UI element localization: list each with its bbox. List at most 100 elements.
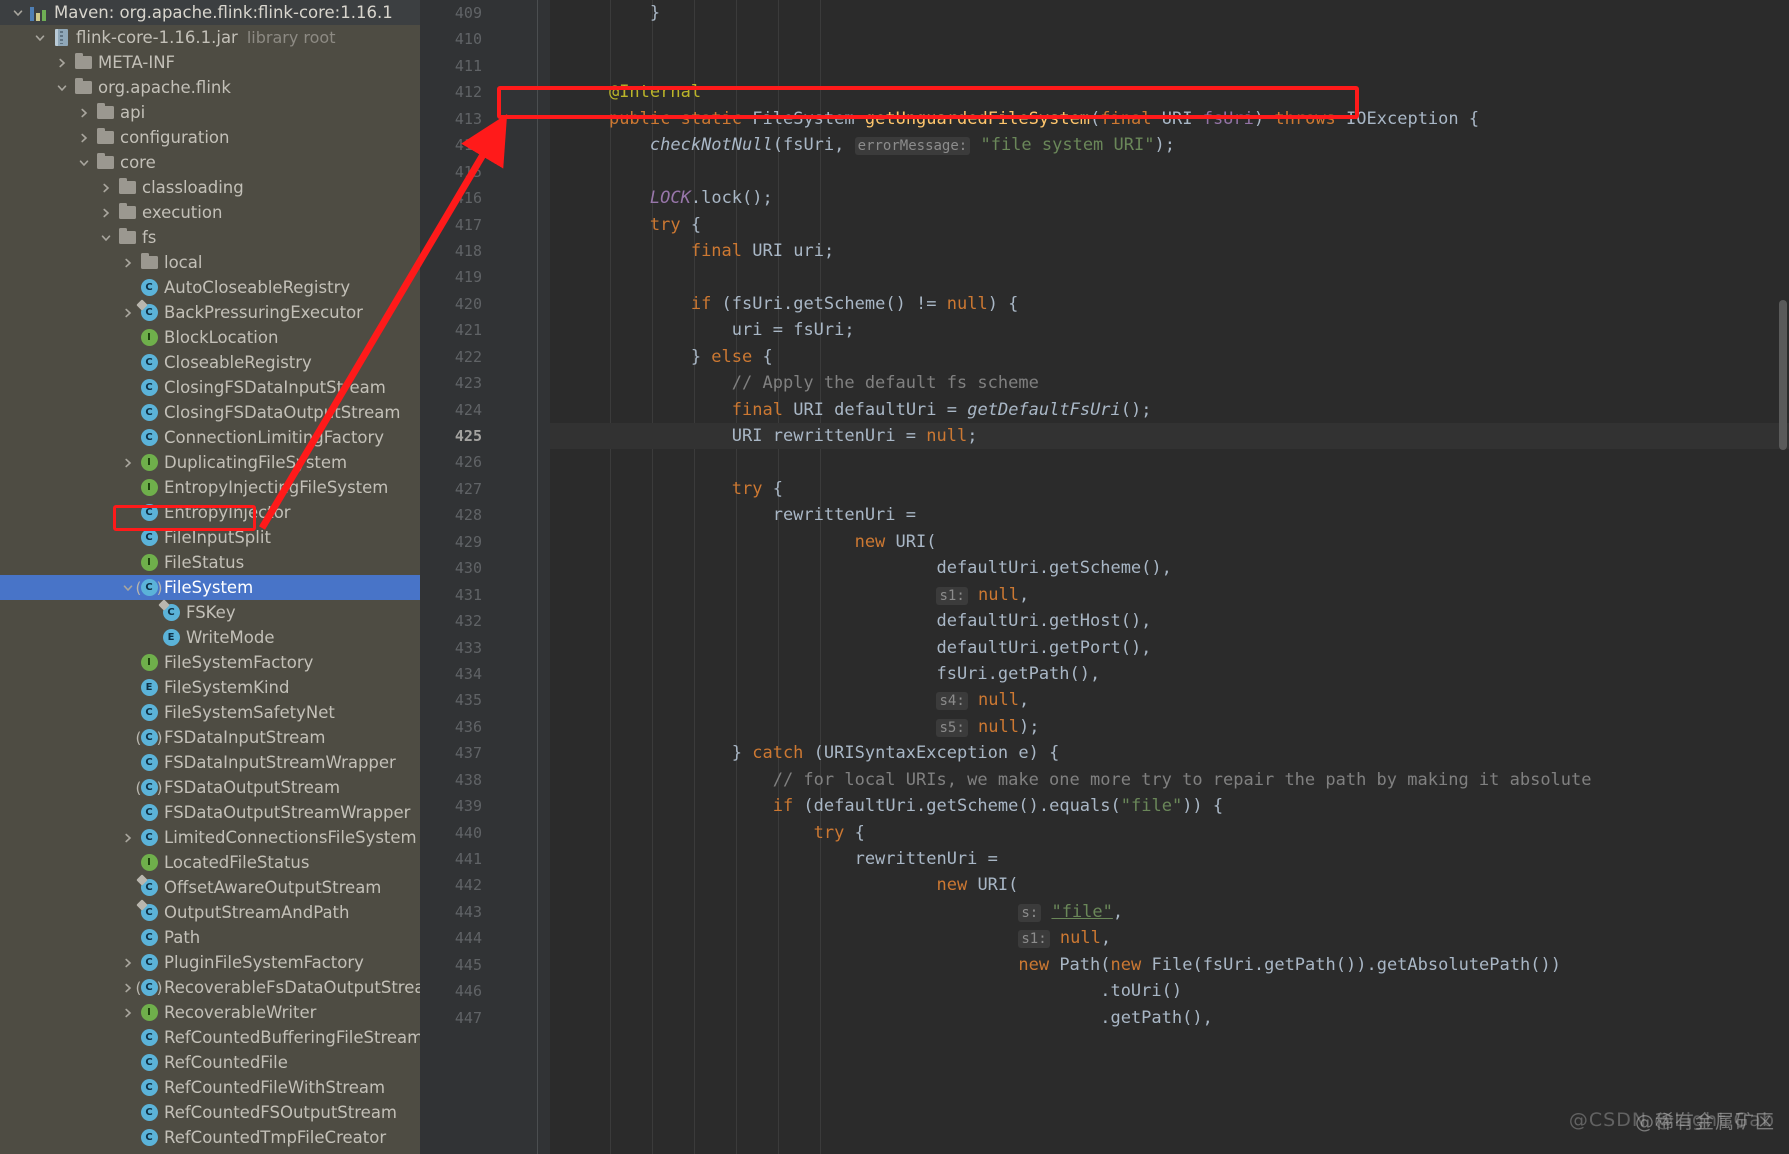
- tree-item[interactable]: I LocatedFileStatus: [0, 850, 420, 875]
- code-editor[interactable]: 409 410 411 412 413 414 415 416 417 418 419 420 421 4…: [420, 0, 1789, 1154]
- line-number[interactable]: 410: [420, 26, 550, 52]
- code-line[interactable]: s1: null,: [550, 582, 1789, 608]
- code-line[interactable]: .getPath(),: [550, 1005, 1789, 1031]
- line-number[interactable]: 447: [420, 1005, 550, 1031]
- chevron-right-icon[interactable]: [96, 207, 116, 219]
- tree-item[interactable]: api: [0, 100, 420, 125]
- tree-item[interactable]: E FileSystemKind: [0, 675, 420, 700]
- chevron-right-icon[interactable]: [96, 182, 116, 194]
- tree-item[interactable]: C PluginFileSystemFactory: [0, 950, 420, 975]
- tree-item[interactable]: C FSDataInputStreamWrapper: [0, 750, 420, 775]
- code-line[interactable]: fsUri.getPath(),: [550, 661, 1789, 687]
- tree-item[interactable]: CRecoverableFsDataOutputStream: [0, 975, 420, 1000]
- code-line[interactable]: final URI defaultUri = getDefaultFsUri()…: [550, 397, 1789, 423]
- tree-item[interactable]: execution: [0, 200, 420, 225]
- code-line[interactable]: new Path(new File(fsUri.getPath()).getAb…: [550, 952, 1789, 978]
- line-number[interactable]: 421: [420, 317, 550, 343]
- code-line[interactable]: }: [550, 0, 1789, 26]
- chevron-right-icon[interactable]: [118, 832, 138, 844]
- code-line[interactable]: rewrittenUri =: [550, 846, 1789, 872]
- tree-item[interactable]: I FileSystemFactory: [0, 650, 420, 675]
- code-line[interactable]: s: "file",: [550, 899, 1789, 925]
- scrollbar-thumb[interactable]: [1779, 300, 1787, 450]
- code-line[interactable]: [550, 159, 1789, 185]
- code-line[interactable]: new URI(: [550, 872, 1789, 898]
- code-line[interactable]: URI rewrittenUri = null;: [550, 423, 1789, 450]
- tree-item[interactable]: flink-core-1.16.1.jar library root: [0, 25, 420, 50]
- line-number[interactable]: 433: [420, 635, 550, 661]
- tree-item[interactable]: C RefCountedBufferingFileStream: [0, 1025, 420, 1050]
- line-number[interactable]: 424: [420, 397, 550, 423]
- tree-item[interactable]: CFSDataInputStream: [0, 725, 420, 750]
- line-number[interactable]: 413: [420, 106, 550, 132]
- line-number[interactable]: 417: [420, 212, 550, 238]
- tree-item[interactable]: C ClosingFSDataOutputStream: [0, 400, 420, 425]
- line-number[interactable]: 429: [420, 529, 550, 555]
- code-line[interactable]: s5: null);: [550, 714, 1789, 740]
- tree-item[interactable]: I BlockLocation: [0, 325, 420, 350]
- tree-item[interactable]: C RefCountedFile: [0, 1050, 420, 1075]
- tree-item[interactable]: org.apache.flink: [0, 75, 420, 100]
- line-number[interactable]: 437: [420, 740, 550, 766]
- line-number[interactable]: 411: [420, 53, 550, 79]
- code-line[interactable]: defaultUri.getScheme(),: [550, 555, 1789, 581]
- chevron-right-icon[interactable]: [74, 132, 94, 144]
- tree-item[interactable]: C EntropyInjector: [0, 500, 420, 525]
- editor-vertical-scrollbar[interactable]: [1777, 0, 1789, 1154]
- tree-item[interactable]: META-INF: [0, 50, 420, 75]
- code-line[interactable]: public static FileSystem getUnguardedFil…: [550, 106, 1789, 132]
- editor-gutter[interactable]: 409 410 411 412 413 414 415 416 417 418 419 420 421 4…: [420, 0, 550, 1154]
- tree-item[interactable]: C FSKey: [0, 599, 420, 625]
- line-number[interactable]: 419: [420, 264, 550, 290]
- code-line[interactable]: final URI uri;: [550, 238, 1789, 264]
- tree-item[interactable]: local: [0, 250, 420, 275]
- code-line[interactable]: if (fsUri.getScheme() != null) {: [550, 291, 1789, 317]
- code-text-area[interactable]: } @Internal public static FileSystem get…: [550, 0, 1789, 1154]
- tree-item[interactable]: C AutoCloseableRegistry: [0, 275, 420, 300]
- tree-item[interactable]: C RefCountedFSOutputStream: [0, 1100, 420, 1125]
- tree-item-selected[interactable]: CFileSystem: [0, 575, 420, 600]
- chevron-right-icon[interactable]: [118, 457, 138, 469]
- code-line[interactable]: .toUri(): [550, 978, 1789, 1004]
- tree-item[interactable]: configuration: [0, 125, 420, 150]
- tree-item[interactable]: classloading: [0, 175, 420, 200]
- line-number[interactable]: 441: [420, 846, 550, 872]
- tree-item[interactable]: C OutputStreamAndPath: [0, 899, 420, 925]
- chevron-right-icon[interactable]: [74, 107, 94, 119]
- tree-item[interactable]: I RecoverableWriter: [0, 1000, 420, 1025]
- line-number[interactable]: 444: [420, 925, 550, 951]
- code-line[interactable]: LOCK.lock();: [550, 185, 1789, 211]
- code-line[interactable]: s4: null,: [550, 687, 1789, 713]
- tree-item[interactable]: C ClosingFSDataInputStream: [0, 375, 420, 400]
- line-number[interactable]: 436: [420, 714, 550, 740]
- chevron-down-icon[interactable]: [74, 157, 94, 169]
- code-line[interactable]: rewrittenUri =: [550, 502, 1789, 528]
- tree-item[interactable]: I EntropyInjectingFileSystem: [0, 475, 420, 500]
- code-line[interactable]: [550, 53, 1789, 79]
- line-number[interactable]: 446: [420, 978, 550, 1004]
- line-number[interactable]: 443: [420, 899, 550, 925]
- line-number[interactable]: 418: [420, 238, 550, 264]
- project-tree[interactable]: Maven: org.apache.flink:flink-core:1.16.…: [0, 0, 420, 1150]
- line-number[interactable]: 423: [420, 370, 550, 396]
- tree-item[interactable]: C ConnectionLimitingFactory: [0, 425, 420, 450]
- code-line[interactable]: if (defaultUri.getScheme().equals("file"…: [550, 793, 1789, 819]
- code-line[interactable]: try {: [550, 476, 1789, 502]
- code-line[interactable]: @Internal: [550, 79, 1789, 105]
- tree-item[interactable]: core: [0, 150, 420, 175]
- line-number[interactable]: 430: [420, 555, 550, 581]
- chevron-right-icon[interactable]: [118, 1007, 138, 1019]
- code-line[interactable]: [550, 26, 1789, 52]
- code-line[interactable]: defaultUri.getHost(),: [550, 608, 1789, 634]
- line-number[interactable]: 425: [420, 423, 550, 449]
- line-number[interactable]: 431: [420, 582, 550, 608]
- line-number[interactable]: 439: [420, 793, 550, 819]
- line-number[interactable]: 445: [420, 952, 550, 978]
- line-number[interactable]: 427: [420, 476, 550, 502]
- code-line[interactable]: // for local URIs, we make one more try …: [550, 767, 1789, 793]
- code-line[interactable]: [550, 449, 1789, 475]
- tree-item[interactable]: C LimitedConnectionsFileSystem: [0, 825, 420, 850]
- chevron-right-icon[interactable]: [118, 307, 138, 319]
- tree-item[interactable]: I DuplicatingFileSystem: [0, 450, 420, 475]
- code-line[interactable]: s1: null,: [550, 925, 1789, 951]
